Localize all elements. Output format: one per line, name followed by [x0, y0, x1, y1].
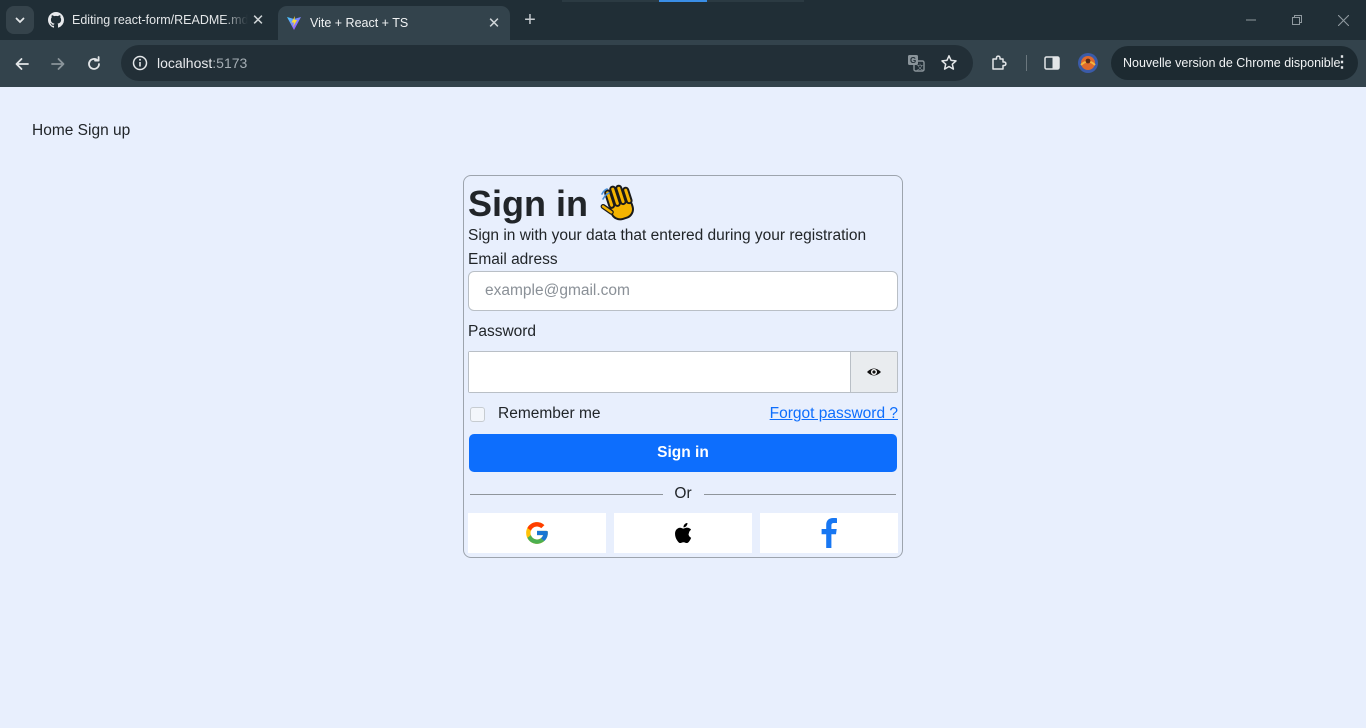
- email-label: Email adress: [468, 251, 558, 268]
- tab-strip-highlight-accent: [659, 0, 707, 2]
- apple-icon: [675, 523, 692, 543]
- tab-search-button[interactable]: [6, 6, 34, 34]
- bookmark-star-icon[interactable]: [939, 53, 959, 73]
- restore-icon: [1292, 15, 1302, 25]
- chrome-update-button[interactable]: Nouvelle version de Chrome disponible ⋮: [1111, 46, 1358, 80]
- forward-button[interactable]: [44, 50, 72, 78]
- google-icon: [526, 522, 548, 544]
- or-divider: Or: [470, 484, 896, 504]
- remember-me[interactable]: Remember me: [468, 404, 601, 424]
- tab-readme[interactable]: Editing react-form/README.md ✕: [34, 0, 274, 40]
- more-menu-icon[interactable]: ⋮: [1334, 55, 1350, 71]
- minimize-button[interactable]: [1228, 0, 1274, 40]
- page-title: Sign in: [468, 180, 644, 228]
- arrow-right-icon: [51, 58, 65, 70]
- apple-signin-button[interactable]: [614, 513, 752, 553]
- password-field[interactable]: [469, 352, 851, 392]
- nav-link-home[interactable]: Home: [32, 122, 73, 139]
- back-button[interactable]: [8, 50, 36, 78]
- waving-hands-icon: [600, 184, 634, 221]
- tab-title: Vite + React + TS: [310, 16, 409, 30]
- vite-icon: [286, 15, 302, 31]
- remember-me-checkbox[interactable]: [470, 406, 485, 422]
- url-port: :5173: [212, 55, 248, 71]
- divider-line-right: [704, 494, 896, 495]
- toolbar-separator: [1026, 55, 1027, 71]
- minimize-icon: [1246, 19, 1256, 21]
- restore-button[interactable]: [1274, 0, 1320, 40]
- email-field[interactable]: [468, 271, 898, 311]
- password-input-group: [468, 351, 898, 393]
- profile-avatar-icon[interactable]: [1077, 52, 1099, 74]
- arrow-left-icon: [15, 58, 29, 70]
- close-tab-icon[interactable]: ✕: [248, 10, 268, 30]
- svg-text:G: G: [910, 56, 916, 65]
- update-label: Nouvelle version de Chrome disponible: [1123, 56, 1341, 70]
- new-tab-button[interactable]: +: [518, 10, 542, 30]
- address-bar[interactable]: localhost:5173 G文: [121, 45, 973, 81]
- forgot-password-link[interactable]: Forgot password ?: [770, 405, 898, 423]
- password-label: Password: [468, 323, 537, 340]
- site-nav: Home Sign up: [32, 122, 130, 140]
- side-panel-icon[interactable]: [1041, 52, 1063, 74]
- facebook-icon: [821, 518, 837, 548]
- signin-heading: Sign in: [468, 183, 588, 224]
- google-signin-button[interactable]: [468, 513, 606, 553]
- facebook-signin-button[interactable]: [760, 513, 898, 553]
- signin-card: Sign in Sign in with your data that ente…: [463, 175, 903, 558]
- nav-link-signup[interactable]: Sign up: [78, 122, 131, 139]
- browser-tab-strip: Editing react-form/README.md ✕ Vite + Re…: [0, 0, 1366, 40]
- remember-me-label: Remember me: [498, 405, 601, 422]
- close-window-button[interactable]: [1320, 0, 1366, 40]
- close-tab-icon[interactable]: ✕: [484, 13, 504, 33]
- translate-icon[interactable]: G文: [906, 53, 926, 73]
- site-info-icon[interactable]: [129, 52, 151, 74]
- reload-icon: [88, 56, 100, 70]
- signin-subtitle: Sign in with your data that entered duri…: [468, 227, 867, 244]
- signin-button[interactable]: Sign in: [469, 434, 897, 472]
- eye-icon: [867, 368, 881, 376]
- tab-title: Editing react-form/README.md: [72, 13, 248, 27]
- reload-button[interactable]: [80, 50, 108, 78]
- browser-toolbar: localhost:5173 G文 Nouvelle version de Ch…: [0, 40, 1366, 87]
- url-host: localhost: [157, 55, 213, 71]
- extensions-icon[interactable]: [988, 52, 1010, 74]
- svg-text:文: 文: [917, 63, 924, 72]
- github-icon: [48, 12, 64, 28]
- close-icon: [1337, 14, 1349, 26]
- url-text: localhost:5173: [157, 55, 247, 71]
- chevron-down-icon: [15, 17, 25, 24]
- tab-vite[interactable]: Vite + React + TS ✕: [278, 6, 510, 40]
- toggle-password-button[interactable]: [850, 352, 897, 392]
